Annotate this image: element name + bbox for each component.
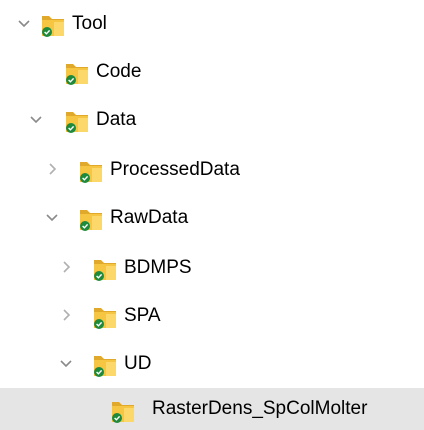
tree-item-label: Tool xyxy=(72,13,107,34)
synced-folder-icon xyxy=(78,156,104,184)
chevron-down-icon[interactable] xyxy=(58,355,74,371)
chevron-right-icon[interactable] xyxy=(44,161,60,177)
tree-item-label: UD xyxy=(124,353,152,374)
tree-item-label: SPA xyxy=(124,305,161,326)
chevron-down-icon[interactable] xyxy=(28,111,44,127)
tree-item-label: RasterDens_SpColMolter xyxy=(152,398,368,419)
synced-folder-icon xyxy=(40,10,66,38)
synced-folder-icon xyxy=(64,106,90,134)
tree-item-data[interactable]: Data xyxy=(0,96,424,144)
tree-item-code[interactable]: Code xyxy=(0,48,424,96)
tree-item-label: BDMPS xyxy=(124,257,192,278)
tree-item-label: Data xyxy=(96,109,137,130)
tree-item-label: Code xyxy=(96,61,142,82)
synced-folder-icon xyxy=(64,58,90,86)
chevron-down-icon[interactable] xyxy=(16,15,32,31)
chevron-down-icon[interactable] xyxy=(44,209,60,225)
tree-item-processeddata[interactable]: ProcessedData xyxy=(0,146,424,194)
synced-folder-icon xyxy=(92,302,118,330)
tree-item-label: ProcessedData xyxy=(110,159,240,180)
tree-item-spa[interactable]: SPA xyxy=(0,292,424,340)
tree-item-label: RawData xyxy=(110,207,189,228)
synced-folder-icon xyxy=(92,254,118,282)
synced-folder-icon xyxy=(110,396,136,424)
folder-tree: Tool Code Data ProcessedData RawData BDM… xyxy=(0,0,424,430)
tree-item-tool[interactable]: Tool xyxy=(0,0,424,48)
tree-item-rawdata[interactable]: RawData xyxy=(0,194,424,242)
synced-folder-icon xyxy=(78,204,104,232)
tree-item-bdmps[interactable]: BDMPS xyxy=(0,244,424,292)
tree-item-ud[interactable]: UD xyxy=(0,340,424,388)
tree-item-rasterdens-spcolmolter[interactable]: RasterDens_SpColMolter xyxy=(0,388,424,430)
synced-folder-icon xyxy=(92,350,118,378)
chevron-right-icon[interactable] xyxy=(58,307,74,323)
chevron-right-icon[interactable] xyxy=(58,259,74,275)
